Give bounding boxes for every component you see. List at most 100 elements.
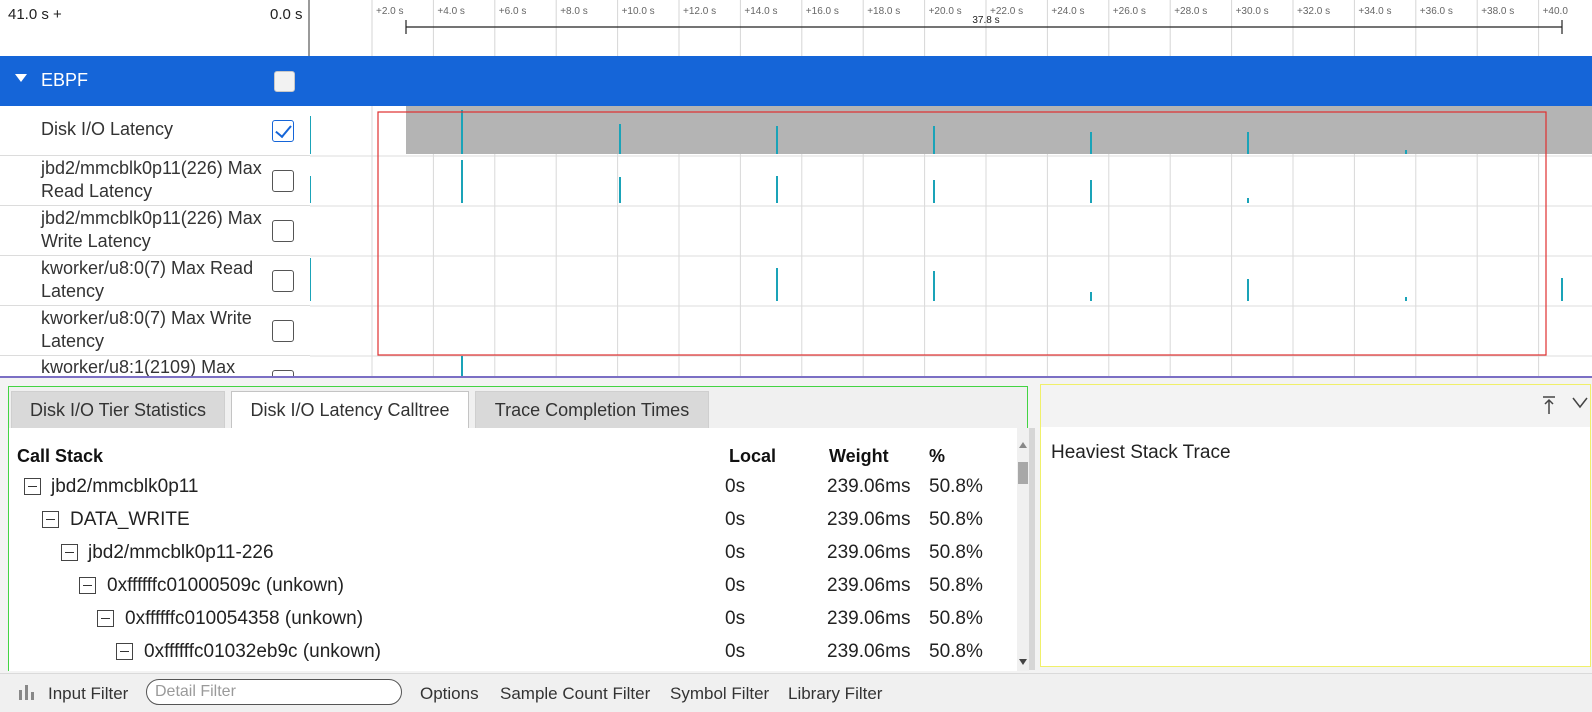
sample-count-filter-button[interactable]: Sample Count Filter xyxy=(500,684,650,704)
local-value: 0s xyxy=(725,608,746,629)
track-graph-area[interactable] xyxy=(310,106,1592,376)
track-row-kworker1-max[interactable]: kworker/u8:1(2109) Max xyxy=(0,356,310,376)
time-ruler[interactable]: +2.0 s +4.0 s +6.0 s +8.0 s +10.0 s +12.0 s +1… xyxy=(310,0,1592,56)
track-checkbox[interactable] xyxy=(272,170,294,192)
track-name: jbd2/mmcblk0p11(226) Max Read Latency xyxy=(41,158,262,201)
track-checkbox[interactable] xyxy=(272,320,294,342)
ruler-tick-label: +28.0 s xyxy=(1174,6,1207,17)
bar-chart-icon xyxy=(19,685,34,700)
column-header-call-stack[interactable]: Call Stack xyxy=(17,446,103,467)
tab-disk-io-tier-statistics[interactable]: Disk I/O Tier Statistics xyxy=(11,391,225,428)
local-value: 0s xyxy=(725,476,746,497)
ruler-tick-label: +18.0 s xyxy=(867,6,900,17)
table-row[interactable]: jbd2/mmcblk0p11-226 0s 239.06ms 50.8% xyxy=(9,537,1009,570)
ruler-tick-label: +20.0 s xyxy=(929,6,962,17)
local-value: 0s xyxy=(725,575,746,596)
input-filter-button[interactable]: Input Filter xyxy=(48,684,128,704)
collapse-node-icon[interactable] xyxy=(116,643,133,660)
table-row[interactable]: 0xffffffc01032eb9c (unkown) 0s 239.06ms … xyxy=(9,636,1009,669)
ruler-tick-label: +34.0 s xyxy=(1358,6,1391,17)
call-stack-name: DATA_WRITE xyxy=(70,509,190,530)
track-row-disk-io-latency[interactable]: Disk I/O Latency xyxy=(0,106,310,156)
track-row-jbd2-max-write[interactable]: jbd2/mmcblk0p11(226) Max Write Latency xyxy=(0,206,310,256)
range-offset-label: 0.0 s xyxy=(270,6,303,23)
track-list: Disk I/O Latency jbd2/mmcblk0p11(226) Ma… xyxy=(0,106,1592,376)
collapse-node-icon[interactable] xyxy=(24,478,41,495)
panel-splitter-vertical[interactable] xyxy=(1029,428,1035,670)
table-row[interactable]: 0xffffffc01000509c (unkown) 0s 239.06ms … xyxy=(9,570,1009,603)
weight-value: 239.06ms xyxy=(827,575,911,596)
call-stack-name: 0xffffffc01000509c (unkown) xyxy=(107,575,344,596)
collapse-node-icon[interactable] xyxy=(97,610,114,627)
track-name: kworker/u8:0(7) Max Read Latency xyxy=(41,258,254,301)
symbol-filter-button[interactable]: Symbol Filter xyxy=(670,684,769,704)
ruler-tick-label: +14.0 s xyxy=(744,6,777,17)
ruler-tick-label: +8.0 s xyxy=(560,6,588,17)
options-button[interactable]: Options xyxy=(420,684,479,704)
track-name: Disk I/O Latency xyxy=(41,119,174,139)
timeline-range-header: 41.0 s + 0.0 s xyxy=(0,0,310,56)
percent-value: 50.8% xyxy=(929,476,983,497)
ruler-tick-label: +40.0 xyxy=(1543,6,1569,17)
table-row[interactable]: DATA_WRITE 0s 239.06ms 50.8% xyxy=(9,504,1009,537)
column-header-local[interactable]: Local xyxy=(729,446,776,467)
table-row[interactable]: 0xffffffc010054358 (unkown) 0s 239.06ms … xyxy=(9,603,1009,636)
track-name: kworker/u8:0(7) Max Write Latency xyxy=(41,308,252,351)
collapse-node-icon[interactable] xyxy=(61,544,78,561)
weight-value: 239.06ms xyxy=(827,542,911,563)
selection-duration-label: 37.8 s xyxy=(972,15,999,26)
call-stack-name: 0xffffffc01032eb9c (unkown) xyxy=(144,641,381,662)
ruler-tick-label: +30.0 s xyxy=(1236,6,1269,17)
track-checkbox[interactable] xyxy=(272,120,294,142)
ruler-tick-label: +26.0 s xyxy=(1113,6,1146,17)
calltree-table: Call Stack Local Weight % jbd2/mmcblk0p1… xyxy=(9,428,1019,671)
percent-value: 50.8% xyxy=(929,509,983,530)
group-header-ebpf[interactable]: EBPF xyxy=(0,56,1592,106)
track-row-jbd2-max-read[interactable]: jbd2/mmcblk0p11(226) Max Read Latency xyxy=(0,156,310,206)
ruler-tick-label: +16.0 s xyxy=(806,6,839,17)
pin-to-top-icon[interactable] xyxy=(1541,395,1557,415)
scroll-thumb[interactable] xyxy=(1018,462,1028,484)
ruler-tick-label: +12.0 s xyxy=(683,6,716,17)
column-header-weight[interactable]: Weight xyxy=(829,446,889,467)
track-row-kworker0-max-write[interactable]: kworker/u8:0(7) Max Write Latency xyxy=(0,306,310,356)
tab-disk-io-latency-calltree[interactable]: Disk I/O Latency Calltree xyxy=(231,391,469,428)
track-row-kworker0-max-read[interactable]: kworker/u8:0(7) Max Read Latency xyxy=(0,256,310,306)
ruler-tick-label: +10.0 s xyxy=(622,6,655,17)
ruler-tick-label: +4.0 s xyxy=(437,6,465,17)
ruler-tick-label: +32.0 s xyxy=(1297,6,1330,17)
column-header-percent[interactable]: % xyxy=(929,446,945,467)
call-stack-name: 0xffffffc010054358 (unkown) xyxy=(125,608,364,629)
heaviest-stack-toolbar xyxy=(1041,385,1590,427)
calltree-scrollbar[interactable] xyxy=(1017,428,1029,671)
group-checkbox[interactable] xyxy=(274,71,295,92)
percent-value: 50.8% xyxy=(929,575,983,596)
track-name: jbd2/mmcblk0p11(226) Max Write Latency xyxy=(41,208,262,251)
time-ruler-svg: +2.0 s +4.0 s +6.0 s +8.0 s +10.0 s +12.0 s +1… xyxy=(371,0,1569,56)
weight-value: 239.06ms xyxy=(827,509,911,530)
table-row[interactable]: jbd2/mmcblk0p11 0s 239.06ms 50.8% xyxy=(9,471,1009,504)
tab-trace-completion-times[interactable]: Trace Completion Times xyxy=(475,391,709,428)
track-checkbox[interactable] xyxy=(272,220,294,242)
collapse-triangle-icon[interactable] xyxy=(15,74,27,82)
weight-value: 239.06ms xyxy=(827,641,911,662)
collapse-node-icon[interactable] xyxy=(79,577,96,594)
weight-value: 239.06ms xyxy=(827,476,911,497)
detail-filter-input[interactable] xyxy=(146,679,402,705)
weight-value: 239.06ms xyxy=(827,608,911,629)
analysis-panel: Disk I/O Tier Statistics Disk I/O Latenc… xyxy=(0,378,1592,673)
library-filter-button[interactable]: Library Filter xyxy=(788,684,882,704)
calltree-panel: Disk I/O Tier Statistics Disk I/O Latenc… xyxy=(8,386,1029,671)
track-checkbox[interactable] xyxy=(272,270,294,292)
filter-toolbar: Input Filter Options Sample Count Filter… xyxy=(0,673,1592,712)
local-value: 0s xyxy=(725,641,746,662)
range-start-label: 41.0 s + xyxy=(8,6,62,23)
group-title: EBPF xyxy=(41,70,89,90)
collapse-node-icon[interactable] xyxy=(42,511,59,528)
scroll-down-icon[interactable] xyxy=(1019,659,1027,665)
scroll-up-icon[interactable] xyxy=(1019,442,1027,448)
heaviest-stack-title: Heaviest Stack Trace xyxy=(1051,442,1231,463)
local-value: 0s xyxy=(725,542,746,563)
heaviest-stack-panel: Heaviest Stack Trace xyxy=(1040,384,1591,667)
chevron-down-icon[interactable] xyxy=(1571,395,1589,411)
